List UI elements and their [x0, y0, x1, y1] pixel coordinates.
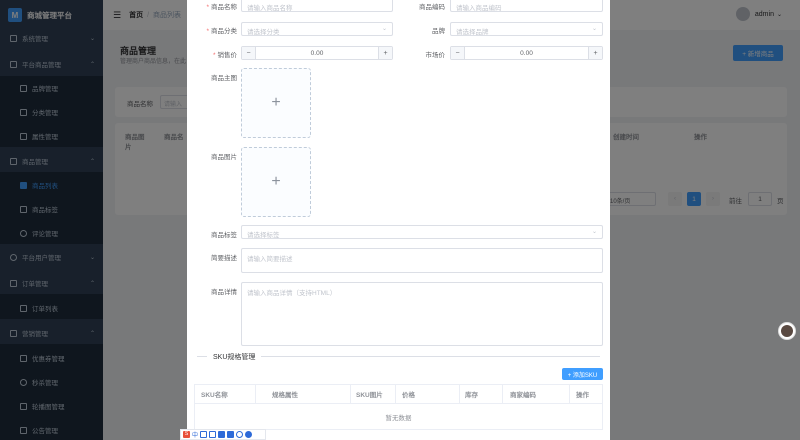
price-value: 0.00: [310, 50, 324, 57]
decrement-button[interactable]: −: [242, 47, 256, 59]
detail-label: 商品详情: [211, 289, 237, 296]
goods-code-label: 商品编码: [419, 4, 445, 11]
ime-logo-icon[interactable]: S: [183, 431, 190, 438]
plus-icon: +: [271, 173, 281, 190]
market-price-stepper[interactable]: − 0.00 +: [450, 46, 603, 60]
assistant-avatar[interactable]: [778, 322, 796, 340]
column-divider: [255, 385, 256, 403]
sku-column-actions: 操作: [576, 392, 589, 399]
brief-textarea[interactable]: 请输入简要描述: [241, 248, 603, 273]
add-sku-button[interactable]: + 添加SKU: [562, 368, 603, 380]
settings-icon[interactable]: [245, 431, 253, 438]
punctuation-icon[interactable]: [200, 431, 208, 438]
assistant-face-icon: [781, 325, 793, 337]
images-label: 商品图片: [211, 154, 237, 161]
sku-column-spec: 规格属性: [272, 392, 298, 399]
brief-label: 简要描述: [211, 255, 237, 262]
sku-column-merchant-code: 商家编码: [510, 392, 536, 399]
sku-section-title: SKU规格管理: [207, 352, 262, 362]
header-divider: [195, 403, 602, 404]
goods-code-input[interactable]: 请输入商品编码: [450, 0, 603, 12]
skin-icon[interactable]: [227, 431, 235, 438]
ime-toolbar[interactable]: S 中: [180, 429, 266, 440]
chevron-down-icon: ⌄: [591, 229, 597, 235]
chevron-down-icon: ⌄: [591, 26, 597, 32]
empty-placeholder: 暂无数据: [385, 415, 412, 422]
images-upload[interactable]: +: [241, 147, 311, 217]
main-image-upload[interactable]: +: [241, 68, 311, 138]
column-divider: [502, 385, 503, 403]
chevron-down-icon: ⌄: [381, 26, 387, 32]
column-divider: [459, 385, 460, 403]
sku-column-image: SKU图片: [356, 392, 383, 399]
main-image-label: 商品主图: [211, 75, 237, 82]
market-price-value: 0.00: [520, 50, 533, 57]
sku-column-price: 价格: [402, 392, 415, 399]
column-divider: [569, 385, 570, 403]
sku-table: SKU名称 规格属性 SKU图片 价格 库存 商家编码 操作 暂无数据: [194, 384, 603, 430]
tags-select[interactable]: 请选择标签 ⌄: [241, 225, 603, 239]
goods-name-label: * 商品名称: [206, 4, 237, 11]
category-label: * 商品分类: [206, 28, 237, 35]
goods-dialog: [187, 0, 610, 440]
brand-label: 品牌: [432, 28, 445, 35]
plus-icon: +: [271, 94, 281, 111]
column-divider: [395, 385, 396, 403]
ime-mode-toggle[interactable]: 中: [192, 430, 198, 439]
price-stepper[interactable]: − 0.00 +: [241, 46, 393, 60]
column-divider: [350, 385, 351, 403]
market-price-label: 市场价: [425, 52, 446, 59]
keyboard-icon[interactable]: [209, 431, 217, 438]
category-select[interactable]: 请选择分类 ⌄: [241, 22, 393, 36]
toolbox-icon[interactable]: [236, 431, 244, 438]
voice-icon[interactable]: [218, 431, 226, 438]
detail-textarea[interactable]: 请输入商品详情（支持HTML）: [241, 282, 603, 346]
increment-button[interactable]: +: [588, 47, 602, 59]
brand-select[interactable]: 请选择品牌 ⌄: [450, 22, 603, 36]
goods-name-input[interactable]: 请输入商品名称: [241, 0, 393, 12]
increment-button[interactable]: +: [378, 47, 392, 59]
price-label: * 销售价: [212, 52, 237, 59]
decrement-button[interactable]: −: [451, 47, 465, 59]
sku-column-name: SKU名称: [201, 392, 228, 399]
sku-column-stock: 库存: [465, 392, 478, 399]
tags-label: 商品标签: [211, 232, 237, 239]
